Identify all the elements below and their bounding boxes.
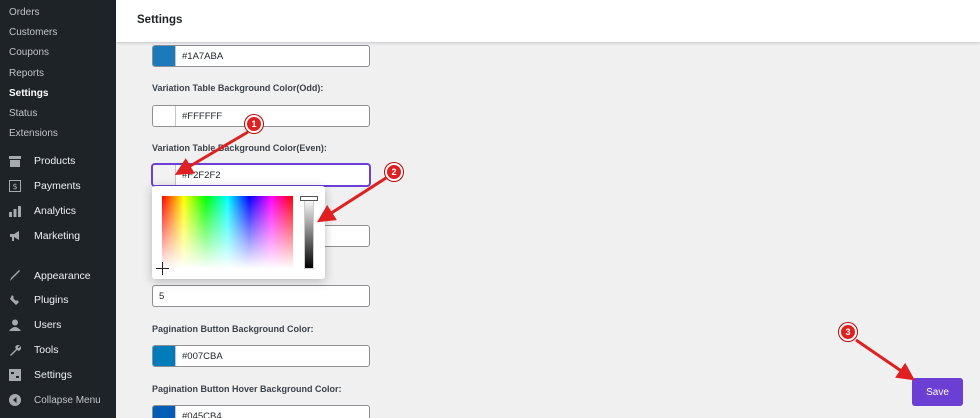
annotation-step-3: 3 — [839, 323, 857, 341]
arrow-1 — [174, 130, 249, 176]
arrow-3 — [855, 338, 915, 381]
arrow-2 — [316, 176, 387, 223]
annotation-step-2: 2 — [385, 163, 403, 181]
annotation-arrows — [174, 130, 915, 381]
annotation-step-1: 1 — [245, 115, 263, 133]
